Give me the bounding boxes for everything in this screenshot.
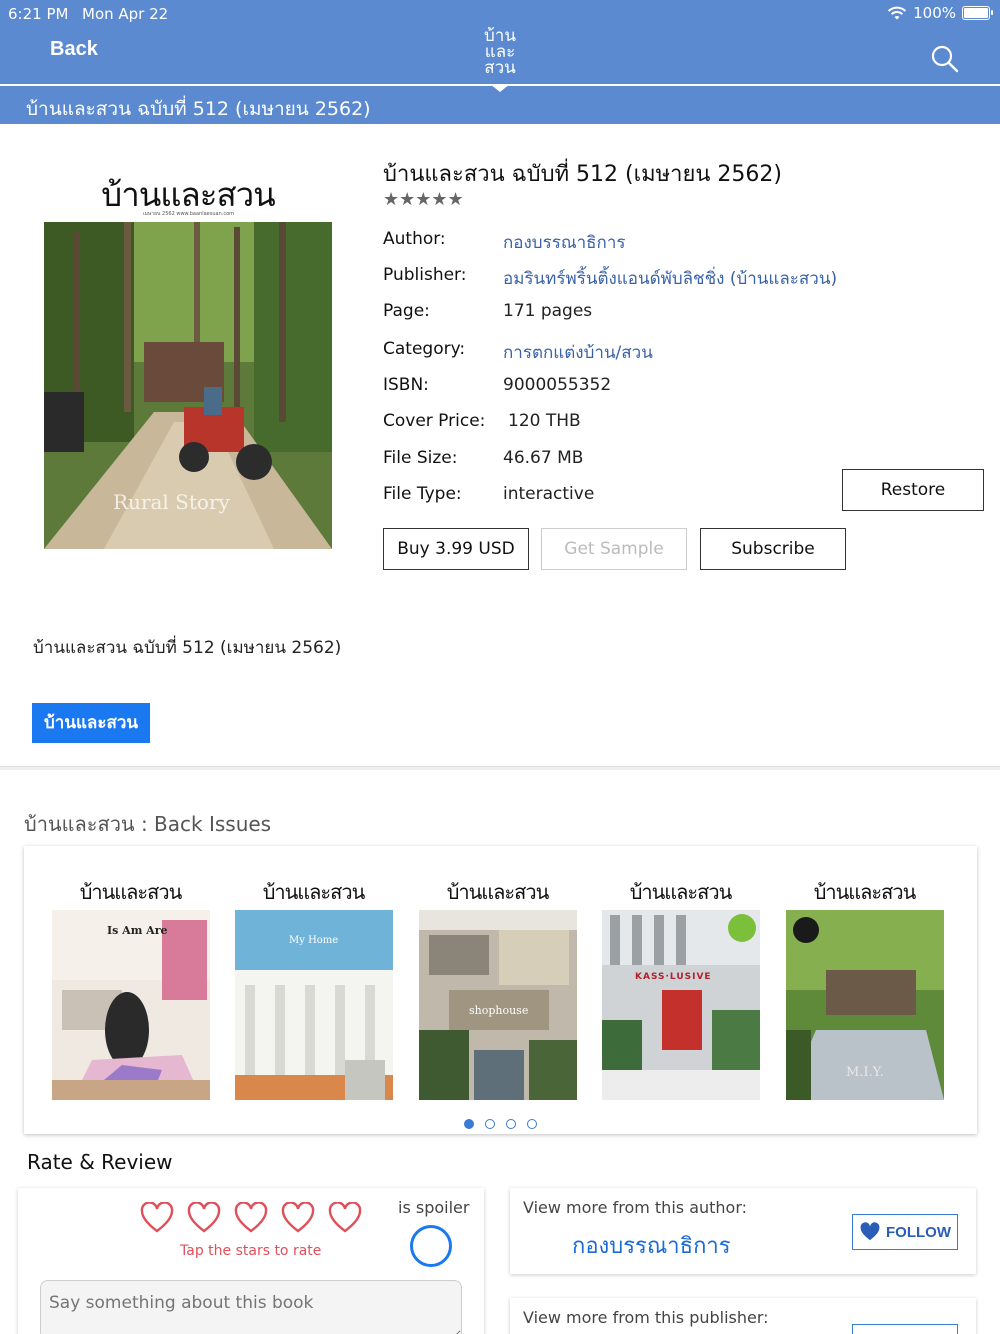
book-cover[interactable]: บ้านและสวน เมษายน 2562 www.baanlaesuan.c… — [33, 160, 343, 552]
search-icon[interactable] — [930, 44, 960, 74]
issue-masthead: บ้านและสวน — [813, 880, 917, 904]
heart-icon[interactable] — [140, 1202, 174, 1234]
battery-icon — [962, 6, 993, 20]
back-issue-item[interactable]: บ้านและสวน My Home — [231, 868, 396, 1100]
follow-author-button[interactable]: FOLLOW — [852, 1214, 958, 1250]
tap-to-rate-hint: Tap the stars to rate — [180, 1243, 322, 1259]
price-value: 120 THB — [508, 411, 581, 431]
issue-masthead: บ้านและสวน — [262, 880, 366, 904]
app-logo[interactable]: บ้าน และ สวน — [470, 28, 530, 82]
author-more-label: View more from this author: — [523, 1198, 748, 1217]
back-issue-item[interactable]: บ้านและสวน shophouse — [415, 868, 580, 1100]
wifi-icon — [887, 6, 907, 20]
spoiler-toggle[interactable] — [410, 1225, 452, 1267]
issue-masthead: บ้านและสวน — [79, 880, 183, 904]
issue-masthead: บ้านและสวน — [629, 880, 733, 904]
back-issue-item[interactable]: บ้านและสวน KASS·LUSIVE — [598, 868, 763, 1100]
price-label: Cover Price: — [383, 411, 486, 431]
back-issues-title: บ้านและสวน : Back Issues — [24, 812, 272, 836]
status-right: 100% — [887, 4, 993, 22]
author-link[interactable]: กองบรรณาธิการ — [503, 229, 626, 256]
issue-cover-text: My Home — [289, 935, 339, 946]
category-label: Category: — [383, 339, 466, 359]
heart-icon[interactable] — [234, 1202, 268, 1234]
get-sample-button[interactable]: Get Sample — [541, 528, 687, 570]
issue-cover-text: M.I.Y. — [846, 1065, 884, 1080]
publisher-label: Publisher: — [383, 265, 467, 285]
spoiler-label: is spoiler — [398, 1198, 470, 1217]
rate-panel: Tap the stars to rate is spoiler — [18, 1188, 484, 1334]
cover-subline: เมษายน 2562 www.baanlaesuan.com — [143, 211, 235, 217]
issue-cover-image — [52, 910, 210, 1100]
subscribe-button[interactable]: Subscribe — [700, 528, 846, 570]
filesize-value: 46.67 MB — [503, 448, 584, 468]
carousel-page-indicator[interactable] — [464, 1119, 537, 1129]
heart-icon[interactable] — [187, 1202, 221, 1234]
filesize-label: File Size: — [383, 448, 458, 468]
back-issues-carousel[interactable]: บ้านและสวน Is Am Are บ้านและสวน My Home … — [24, 846, 977, 1134]
issue-masthead: บ้านและสวน — [446, 880, 550, 904]
back-issue-item[interactable]: บ้านและสวน M.I.Y. — [782, 868, 947, 1100]
author-label: Author: — [383, 229, 446, 249]
heart-filled-icon — [860, 1222, 880, 1241]
page-dot[interactable] — [485, 1119, 495, 1129]
status-time: 6:21 PM — [8, 5, 69, 23]
follow-label: FOLLOW — [886, 1223, 951, 1241]
nav-notch — [490, 84, 510, 92]
page-dot[interactable] — [464, 1119, 474, 1129]
buy-button[interactable]: Buy 3.99 USD — [383, 528, 529, 570]
page-dot[interactable] — [527, 1119, 537, 1129]
rate-review-title: Rate & Review — [27, 1150, 173, 1174]
author-more-panel: View more from this author: กองบรรณาธิกา… — [510, 1188, 976, 1274]
logo-line-3: สวน — [484, 58, 516, 78]
book-description: บ้านและสวน ฉบับที่ 512 (เมษายน 2562) — [33, 638, 342, 658]
rating-stars: ★★★★★ — [383, 189, 464, 210]
filetype-label: File Type: — [383, 484, 462, 504]
book-title: บ้านและสวน ฉบับที่ 512 (เมษายน 2562) — [383, 162, 782, 187]
restore-button[interactable]: Restore — [842, 469, 984, 511]
category-link[interactable]: การตกแต่งบ้าน/สวน — [503, 339, 653, 366]
battery-percent: 100% — [913, 4, 956, 22]
back-button[interactable]: Back — [50, 38, 98, 61]
publisher-more-label: View more from this publisher: — [523, 1308, 769, 1327]
heart-icon[interactable] — [328, 1202, 362, 1234]
page-dot[interactable] — [506, 1119, 516, 1129]
isbn-label: ISBN: — [383, 375, 429, 395]
page-value: 171 pages — [503, 301, 593, 321]
issue-cover-text: KASS·LUSIVE — [635, 972, 712, 982]
issue-cover-text: shophouse — [469, 1004, 529, 1017]
tag-button[interactable]: บ้านและสวน — [32, 703, 150, 743]
follow-publisher-button[interactable] — [852, 1324, 958, 1334]
issue-cover-text: Is Am Are — [107, 924, 168, 937]
cover-caption: Rural Story — [113, 490, 230, 514]
publisher-more-panel: View more from this publisher: — [510, 1298, 976, 1334]
status-bar: 6:21 PM Mon Apr 22 100% — [0, 0, 1000, 28]
nav-bar: 6:21 PM Mon Apr 22 100% Back บ้าน และ สว… — [0, 0, 1000, 84]
publisher-link[interactable]: อมรินทร์พริ้นติ้งแอนด์พับลิชชิ่ง (บ้านแล… — [503, 265, 837, 292]
status-date: Mon Apr 22 — [82, 5, 169, 23]
page-label: Page: — [383, 301, 430, 321]
filetype-value: interactive — [503, 484, 595, 504]
section-divider — [0, 766, 1000, 770]
back-issue-item[interactable]: บ้านและสวน Is Am Are — [48, 868, 213, 1100]
review-input[interactable] — [40, 1280, 462, 1334]
isbn-value: 9000055352 — [503, 375, 612, 395]
issue-cover-image — [602, 910, 760, 1100]
author-more-link[interactable]: กองบรรณาธิการ — [572, 1228, 731, 1263]
title-bar-text: บ้านและสวน ฉบับที่ 512 (เมษายน 2562) — [26, 98, 371, 120]
heart-icon[interactable] — [281, 1202, 315, 1234]
